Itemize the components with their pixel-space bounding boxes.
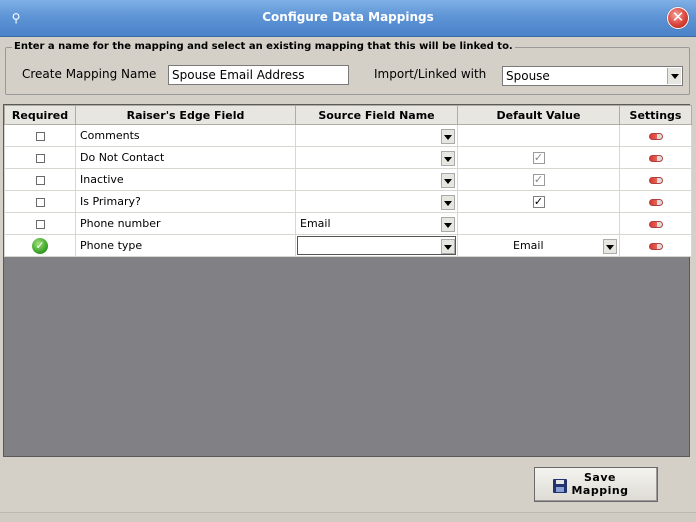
default-value-cell[interactable]	[457, 212, 620, 235]
close-icon[interactable]: ✕	[667, 7, 689, 29]
table-row[interactable]: Is Primary? ✓	[4, 190, 692, 213]
chevron-down-icon[interactable]	[441, 173, 455, 188]
default-value-select[interactable]: Email	[513, 239, 544, 252]
floppy-disk-icon	[553, 479, 567, 493]
header-required[interactable]: Required	[4, 105, 76, 125]
required-checkbox[interactable]	[35, 219, 45, 229]
save-button-line1: Save	[584, 471, 616, 484]
table-row[interactable]: ✓ Phone type Email	[4, 234, 692, 257]
required-checkbox[interactable]	[35, 197, 45, 207]
chevron-down-icon[interactable]	[667, 68, 681, 84]
mapping-grid: Required Raiser's Edge Field Source Fiel…	[3, 104, 692, 457]
linked-with-label: Import/Linked with	[374, 67, 487, 81]
re-field-cell: Comments	[75, 124, 296, 147]
chevron-down-icon[interactable]	[441, 217, 455, 232]
required-checkbox[interactable]	[35, 175, 45, 185]
default-checkbox[interactable]: ✓	[532, 174, 545, 186]
groupbox-legend: Enter a name for the mapping and select …	[12, 41, 515, 52]
mapping-name-label: Create Mapping Name	[22, 67, 157, 81]
default-value-cell[interactable]	[457, 124, 620, 147]
status-strip	[0, 512, 696, 522]
table-row[interactable]: Comments	[4, 124, 692, 147]
table-row[interactable]: Inactive ✓	[4, 168, 692, 191]
default-value-cell[interactable]: ✓	[457, 190, 620, 213]
required-checkbox[interactable]	[35, 153, 45, 163]
linked-with-select[interactable]: Spouse	[502, 66, 683, 86]
source-field-cell[interactable]	[295, 146, 458, 169]
save-mapping-button[interactable]: Save Mapping	[534, 467, 658, 502]
source-field-cell[interactable]	[295, 190, 458, 213]
source-field-select[interactable]	[297, 236, 456, 255]
settings-toggle-icon[interactable]	[648, 198, 663, 206]
chevron-down-icon[interactable]	[603, 239, 617, 254]
grid-header-row: Required Raiser's Edge Field Source Fiel…	[4, 105, 692, 125]
table-row[interactable]: Phone number Email	[4, 212, 692, 235]
check-icon: ✓	[32, 237, 48, 254]
settings-toggle-icon[interactable]	[648, 154, 663, 162]
chevron-down-icon[interactable]	[441, 195, 455, 210]
linked-with-value: Spouse	[506, 69, 550, 83]
re-field-cell: Do Not Contact	[75, 146, 296, 169]
source-field-cell[interactable]: Email	[295, 212, 458, 235]
header-re-field[interactable]: Raiser's Edge Field	[75, 105, 296, 125]
chevron-down-icon[interactable]	[441, 239, 455, 254]
settings-toggle-icon[interactable]	[648, 176, 663, 184]
source-field-cell[interactable]	[295, 124, 458, 147]
default-value-cell[interactable]: ✓	[457, 146, 620, 169]
re-field-cell: Inactive	[75, 168, 296, 191]
re-field-cell: Is Primary?	[75, 190, 296, 213]
save-button-line2: Mapping	[571, 484, 629, 497]
re-field-cell: Phone type	[75, 234, 296, 257]
window-title: Configure Data Mappings	[262, 10, 434, 24]
default-checkbox[interactable]: ✓	[532, 196, 545, 208]
chevron-down-icon[interactable]	[441, 129, 455, 144]
settings-toggle-icon[interactable]	[648, 242, 663, 250]
default-checkbox[interactable]: ✓	[532, 152, 545, 164]
source-field-cell[interactable]	[295, 168, 458, 191]
chevron-down-icon[interactable]	[441, 151, 455, 166]
title-bar: ⚲ Configure Data Mappings ✕	[0, 0, 696, 37]
settings-toggle-icon[interactable]	[648, 132, 663, 140]
re-field-cell: Phone number	[75, 212, 296, 235]
mapping-name-input[interactable]: Spouse Email Address	[168, 65, 349, 85]
default-value-cell[interactable]: Email	[457, 234, 620, 257]
table-row[interactable]: Do Not Contact ✓	[4, 146, 692, 169]
header-default-value[interactable]: Default Value	[457, 105, 620, 125]
header-settings[interactable]: Settings	[619, 105, 692, 125]
required-checkbox[interactable]	[35, 131, 45, 141]
header-source-field[interactable]: Source Field Name	[295, 105, 458, 125]
settings-toggle-icon[interactable]	[648, 220, 663, 228]
default-value-cell[interactable]: ✓	[457, 168, 620, 191]
source-field-cell[interactable]	[295, 234, 458, 257]
